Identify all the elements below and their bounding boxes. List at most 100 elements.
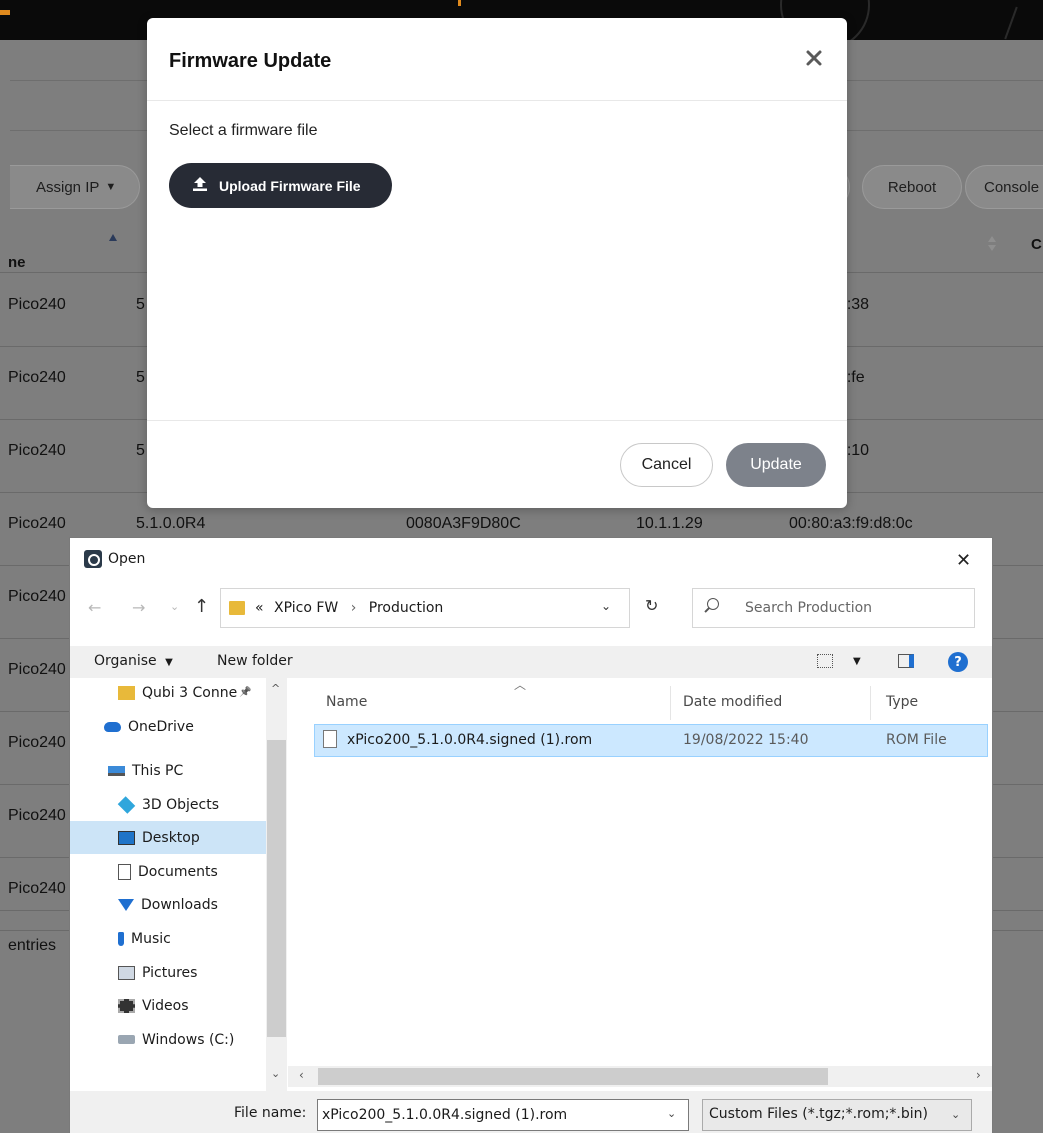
console-button[interactable]: Console (965, 165, 1043, 209)
nav-item[interactable]: Videos (70, 989, 266, 1022)
column-header-partial[interactable]: C (1031, 236, 1042, 253)
assign-ip-button[interactable]: Assign IP ▼ (10, 165, 140, 209)
nav-item[interactable]: Music (70, 922, 266, 955)
recent-locations-icon[interactable]: ⌄ (170, 600, 179, 613)
console-label: Console (984, 178, 1040, 196)
brand-accent (0, 10, 10, 15)
nav-item[interactable]: This PC (70, 754, 266, 787)
file-type: ROM File (886, 732, 947, 748)
chevron-down-icon[interactable]: ⌄ (667, 1107, 676, 1120)
nav-item-label: Windows (C:) (142, 1031, 235, 1048)
pc-icon (108, 765, 125, 776)
upload-firmware-button[interactable]: Upload Firmware File (169, 163, 392, 208)
column-header-name[interactable]: ne (8, 254, 26, 271)
divider (147, 100, 847, 101)
chevron-down-icon[interactable]: ⌄ (601, 599, 611, 613)
nav-item[interactable]: Pictures (70, 956, 266, 989)
scroll-thumb[interactable] (318, 1068, 828, 1085)
cube-icon (117, 795, 136, 814)
search-box[interactable]: Search Production (692, 588, 975, 628)
cell-mac: 00:80:a3:f9:d8:0c (789, 515, 913, 532)
scroll-up-icon[interactable]: ^ (271, 682, 280, 695)
organise-button[interactable]: Organise ▼ (94, 653, 173, 669)
sort-indicator-icon: ︿ (514, 678, 527, 692)
address-bar[interactable]: « XPico FW › Production ⌄ (220, 588, 630, 628)
new-folder-button[interactable]: New folder (217, 653, 293, 669)
nav-scrollbar[interactable]: ^ ⌄ (266, 678, 287, 1091)
sort-icon[interactable] (988, 236, 996, 252)
nav-item-label: Music (131, 930, 171, 947)
nav-item-label: OneDrive (128, 718, 194, 735)
upload-icon (191, 175, 209, 196)
horizontal-scrollbar[interactable]: ‹ › (288, 1066, 992, 1087)
breadcrumb-overflow[interactable]: « (255, 600, 264, 616)
nav-item[interactable]: 3D Objects (70, 788, 266, 821)
scroll-thumb[interactable] (267, 740, 286, 1037)
upload-firmware-label: Upload Firmware File (219, 177, 361, 194)
nav-item[interactable]: Downloads (70, 888, 266, 921)
help-icon[interactable]: ? (948, 652, 968, 672)
navigation-pane: Qubi 3 Conne 📌 OneDrive This PC 3D Objects De… (70, 678, 288, 1091)
nav-item-label: Downloads (141, 896, 218, 913)
refresh-icon[interactable]: ↻ (645, 596, 658, 615)
caret-down-icon[interactable]: ▼ (853, 656, 861, 667)
file-name-input[interactable] (317, 1099, 689, 1131)
file-type-value: Custom Files (*.tgz;*.rom;*.bin) (709, 1106, 928, 1122)
divider (147, 420, 847, 421)
update-button[interactable]: Update (726, 443, 826, 487)
scroll-left-icon[interactable]: ‹ (299, 1068, 304, 1082)
scroll-right-icon[interactable]: › (976, 1068, 981, 1082)
sort-ascending-icon[interactable] (109, 234, 117, 241)
column-header-date[interactable]: Date modified (683, 694, 782, 710)
nav-item[interactable]: Windows (C:) (70, 1023, 266, 1056)
column-divider[interactable] (870, 686, 871, 720)
view-options-icon[interactable] (817, 654, 833, 668)
column-header-type[interactable]: Type (886, 694, 918, 710)
chevron-right-icon: › (350, 600, 357, 616)
close-icon[interactable]: ✕ (956, 550, 971, 571)
scroll-down-icon[interactable]: ⌄ (271, 1067, 280, 1080)
picture-icon (118, 965, 135, 980)
close-icon[interactable] (802, 46, 826, 70)
preview-pane-icon[interactable] (898, 654, 914, 668)
nav-item[interactable]: Desktop (70, 821, 266, 854)
file-icon (323, 730, 337, 748)
back-icon[interactable]: ← (88, 598, 101, 617)
file-type-select[interactable]: Custom Files (*.tgz;*.rom;*.bin) ⌄ (702, 1099, 972, 1131)
entries-footer: entries (8, 937, 57, 954)
select-file-prompt: Select a firmware file (169, 122, 318, 139)
cell-name: Pico240 (8, 880, 66, 897)
nav-item-label: Videos (142, 997, 189, 1014)
search-icon (707, 598, 719, 610)
music-icon (118, 931, 124, 946)
drive-icon (118, 1035, 135, 1044)
nav-item[interactable]: OneDrive (70, 710, 266, 743)
nav-item-label: Pictures (142, 964, 198, 981)
cancel-button[interactable]: Cancel (620, 443, 713, 487)
up-icon[interactable]: ↑ (194, 596, 209, 617)
cell-ip: 10.1.1.29 (636, 515, 703, 532)
nav-item[interactable]: Documents (70, 855, 266, 888)
breadcrumb-item[interactable]: XPico FW (274, 600, 338, 616)
organise-label: Organise (94, 653, 157, 669)
nav-item[interactable]: Qubi 3 Conne 📌 (70, 676, 266, 709)
column-divider[interactable] (670, 686, 671, 720)
cell-name: Pico240 (8, 588, 66, 605)
command-bar: Organise ▼ New folder ▼ ? (70, 646, 992, 678)
breadcrumb[interactable]: « XPico FW › Production (255, 600, 443, 616)
document-icon (118, 863, 131, 880)
cell-name: Pico240 (8, 734, 66, 751)
app-icon (84, 550, 102, 568)
forward-icon[interactable]: → (132, 598, 145, 617)
reboot-button[interactable]: Reboot (862, 165, 962, 209)
file-name: xPico200_5.1.0.0R4.signed (1).rom (347, 732, 593, 748)
file-row[interactable]: xPico200_5.1.0.0R4.signed (1).rom 19/08/… (314, 724, 988, 757)
caret-down-icon: ▼ (165, 657, 173, 668)
file-list: ︿ Name Date modified Type xPico200_5.1.0… (298, 678, 992, 1074)
file-name-label: File name: (234, 1105, 307, 1121)
file-date: 19/08/2022 15:40 (683, 732, 809, 748)
search-placeholder: Search Production (745, 600, 873, 616)
nav-item-label: 3D Objects (142, 796, 220, 813)
breadcrumb-item[interactable]: Production (369, 600, 443, 616)
column-header-name[interactable]: Name (326, 694, 367, 710)
